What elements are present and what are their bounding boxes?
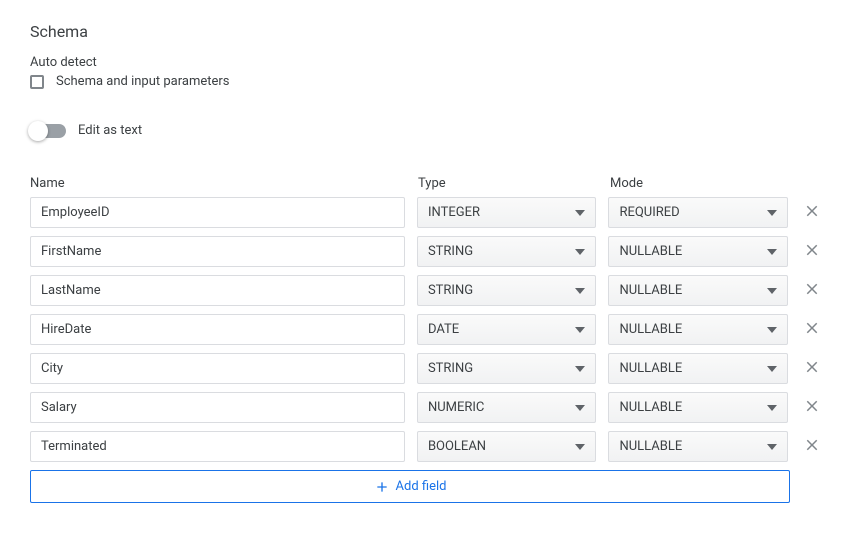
close-icon: [803, 436, 821, 458]
close-icon: [803, 397, 821, 419]
field-name-input[interactable]: [30, 314, 405, 345]
auto-detect-label: Auto detect: [30, 55, 824, 70]
schema-field-row: NUMERIC NULLABLE: [30, 392, 824, 423]
field-type-select[interactable]: DATE: [417, 314, 597, 345]
field-mode-select[interactable]: NULLABLE: [608, 314, 788, 345]
field-type-value: STRING: [428, 361, 473, 376]
field-mode-value: REQUIRED: [619, 205, 679, 220]
field-type-value: NUMERIC: [428, 400, 484, 415]
field-type-value: STRING: [428, 283, 473, 298]
field-mode-select[interactable]: NULLABLE: [608, 275, 788, 306]
delete-field-button[interactable]: [800, 318, 824, 342]
delete-field-button[interactable]: [800, 435, 824, 459]
delete-field-button[interactable]: [800, 279, 824, 303]
close-icon: [803, 241, 821, 263]
chevron-down-icon: [575, 444, 585, 450]
field-mode-select[interactable]: REQUIRED: [608, 197, 788, 228]
field-mode-value: NULLABLE: [619, 283, 682, 298]
close-icon: [803, 319, 821, 341]
field-type-select[interactable]: STRING: [417, 275, 597, 306]
field-mode-value: NULLABLE: [619, 439, 682, 454]
add-field-label: Add field: [396, 479, 447, 494]
field-mode-value: NULLABLE: [619, 361, 682, 376]
field-mode-select[interactable]: NULLABLE: [608, 353, 788, 384]
chevron-down-icon: [575, 366, 585, 372]
field-type-select[interactable]: STRING: [417, 353, 597, 384]
field-type-value: BOOLEAN: [428, 439, 486, 454]
column-header-type: Type: [418, 176, 598, 191]
chevron-down-icon: [767, 210, 777, 216]
schema-fields-list: INTEGER REQUIRED STRING NULLABLE STRING NULLA…: [30, 197, 824, 462]
chevron-down-icon: [575, 288, 585, 294]
field-mode-value: NULLABLE: [619, 244, 682, 259]
chevron-down-icon: [767, 444, 777, 450]
column-header-mode: Mode: [610, 176, 790, 191]
chevron-down-icon: [767, 405, 777, 411]
edit-as-text-label: Edit as text: [78, 123, 142, 138]
chevron-down-icon: [767, 249, 777, 255]
add-field-button[interactable]: Add field: [30, 470, 790, 503]
schema-field-row: STRING NULLABLE: [30, 236, 824, 267]
edit-as-text-toggle[interactable]: [30, 124, 66, 138]
close-icon: [803, 202, 821, 224]
delete-field-button[interactable]: [800, 357, 824, 381]
close-icon: [803, 280, 821, 302]
field-name-input[interactable]: [30, 392, 405, 423]
field-mode-value: NULLABLE: [619, 322, 682, 337]
chevron-down-icon: [575, 405, 585, 411]
field-name-input[interactable]: [30, 431, 405, 462]
schema-field-row: DATE NULLABLE: [30, 314, 824, 345]
field-name-input[interactable]: [30, 236, 405, 267]
plus-icon: [374, 479, 390, 495]
delete-field-button[interactable]: [800, 201, 824, 225]
field-name-input[interactable]: [30, 353, 405, 384]
auto-detect-checkbox-label: Schema and input parameters: [56, 74, 230, 89]
schema-field-row: BOOLEAN NULLABLE: [30, 431, 824, 462]
auto-detect-checkbox-row: Schema and input parameters: [30, 74, 824, 89]
field-type-value: STRING: [428, 244, 473, 259]
field-mode-select[interactable]: NULLABLE: [608, 236, 788, 267]
field-type-select[interactable]: NUMERIC: [417, 392, 597, 423]
schema-field-row: STRING NULLABLE: [30, 275, 824, 306]
field-type-value: DATE: [428, 322, 459, 337]
chevron-down-icon: [575, 210, 585, 216]
toggle-knob: [28, 121, 48, 141]
delete-field-button[interactable]: [800, 396, 824, 420]
field-mode-value: NULLABLE: [619, 400, 682, 415]
close-icon: [803, 358, 821, 380]
field-type-value: INTEGER: [428, 205, 480, 220]
columns-header: Name Type Mode: [30, 176, 824, 191]
chevron-down-icon: [767, 327, 777, 333]
auto-detect-checkbox[interactable]: [30, 75, 44, 89]
field-mode-select[interactable]: NULLABLE: [608, 392, 788, 423]
field-name-input[interactable]: [30, 275, 405, 306]
field-name-input[interactable]: [30, 197, 405, 228]
schema-field-row: STRING NULLABLE: [30, 353, 824, 384]
field-mode-select[interactable]: NULLABLE: [608, 431, 788, 462]
column-header-name: Name: [30, 176, 406, 191]
edit-as-text-row: Edit as text: [30, 123, 824, 138]
delete-field-button[interactable]: [800, 240, 824, 264]
field-type-select[interactable]: STRING: [417, 236, 597, 267]
chevron-down-icon: [767, 288, 777, 294]
chevron-down-icon: [575, 327, 585, 333]
schema-heading: Schema: [30, 22, 824, 41]
chevron-down-icon: [575, 249, 585, 255]
schema-field-row: INTEGER REQUIRED: [30, 197, 824, 228]
field-type-select[interactable]: INTEGER: [417, 197, 597, 228]
field-type-select[interactable]: BOOLEAN: [417, 431, 597, 462]
chevron-down-icon: [767, 366, 777, 372]
